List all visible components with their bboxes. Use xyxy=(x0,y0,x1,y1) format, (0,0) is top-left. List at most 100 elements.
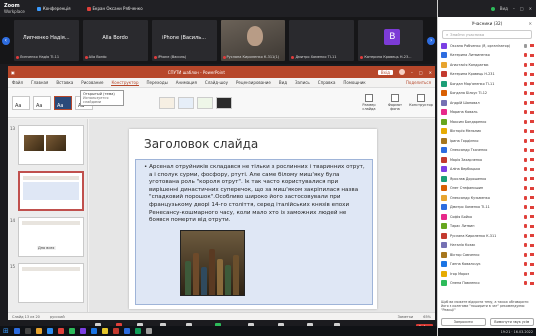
participant-row[interactable]: Дмитро Хоменко ТІ-11 xyxy=(438,203,536,213)
participant-row[interactable]: Вікторія Мельник xyxy=(438,127,536,137)
participant-row[interactable]: Ярослав Дорошенко xyxy=(438,174,536,184)
participant-row[interactable]: Андрій Шаповал xyxy=(438,98,536,108)
theme-thumbnail-selected[interactable]: Aa xyxy=(54,95,72,110)
tab-slideshow[interactable]: Слайд-шоу xyxy=(205,80,228,85)
participant-row[interactable]: Максим Бондаренко xyxy=(438,117,536,127)
participant-row[interactable]: Богдан Мар'яненко ТІ-11 xyxy=(438,79,536,89)
taskbar-app-icon[interactable] xyxy=(35,328,42,334)
participant-row[interactable]: Анастасія Кондратюк xyxy=(438,60,536,70)
taskbar-app-icon[interactable] xyxy=(79,328,86,334)
tab-insert[interactable]: Вставка xyxy=(56,80,73,85)
taskbar-app-icon[interactable] xyxy=(13,328,20,334)
poison-bottles-image[interactable] xyxy=(180,230,245,296)
format-background-button[interactable]: Формат фона xyxy=(385,94,405,111)
taskbar-app-icon[interactable] xyxy=(46,328,53,334)
participant-row[interactable]: Олег Стефанишин xyxy=(438,184,536,194)
participant-row[interactable]: Олена Павленко xyxy=(438,279,536,289)
tab-file[interactable]: Файл xyxy=(12,80,23,85)
tab-draw[interactable]: Рисование xyxy=(81,80,103,85)
tab-view[interactable]: Вид xyxy=(279,80,287,85)
notes-button[interactable]: Заметки xyxy=(398,315,414,319)
taskbar-app-icon[interactable] xyxy=(57,328,64,334)
taskbar-app-icon[interactable] xyxy=(24,328,31,334)
minimize-icon[interactable]: – xyxy=(513,6,515,11)
participant-row[interactable]: Аліна Вербицька xyxy=(438,165,536,175)
tab-shared-screen[interactable]: Екран Оксани Рябченко xyxy=(83,4,147,13)
participant-row[interactable]: Руслана Кириленко К-311 xyxy=(438,231,536,241)
designer-button[interactable]: Конструктор xyxy=(409,94,433,111)
maximize-icon[interactable]: □ xyxy=(520,6,524,11)
taskbar-app-icon[interactable] xyxy=(90,328,97,334)
start-icon[interactable]: ⊞ xyxy=(3,327,9,335)
minimize-icon[interactable]: – xyxy=(411,70,413,75)
theme-thumbnail[interactable]: Aa xyxy=(12,95,30,110)
zoom-level[interactable]: 65% xyxy=(423,315,431,319)
next-page-icon[interactable]: › xyxy=(427,36,436,45)
participant-row[interactable]: Богдана Білоус ТІ-12 xyxy=(438,89,536,99)
tab-design[interactable]: Конструктор xyxy=(111,80,139,86)
variant-thumbnail[interactable] xyxy=(216,96,232,109)
variant-thumbnail[interactable] xyxy=(197,96,213,109)
tab-home[interactable]: Главная xyxy=(31,80,48,85)
tab-help[interactable]: Справка xyxy=(318,80,336,85)
mute-all-button[interactable]: Вимкнути звук усім xyxy=(489,318,534,326)
tab-conference[interactable]: Конференція xyxy=(33,4,75,13)
current-slide[interactable]: Заголовок слайда Арсенал отруйників скла… xyxy=(129,129,377,309)
taskbar-app-icon[interactable] xyxy=(101,328,108,334)
taskbar-app-icon[interactable] xyxy=(123,328,130,334)
slide-thumbnail[interactable]: 15 xyxy=(10,263,84,303)
participant-row[interactable]: Ганна Ковальчук xyxy=(438,260,536,270)
close-icon[interactable]: ✕ xyxy=(529,6,532,11)
view-button[interactable]: Вид xyxy=(500,6,508,11)
avatar[interactable] xyxy=(398,69,405,75)
tab-review[interactable]: Рецензирование xyxy=(236,80,271,85)
tab-animation[interactable]: Анимация xyxy=(176,80,197,85)
participant-row[interactable]: Тарас Литвин xyxy=(438,222,536,232)
video-tile[interactable]: Alla Bordo Alla Bordo xyxy=(82,20,148,61)
language-indicator[interactable]: русский xyxy=(50,315,65,319)
slide-title[interactable]: Заголовок слайда xyxy=(144,137,258,151)
close-panel-icon[interactable]: ✕ xyxy=(528,21,532,26)
participant-row[interactable]: Наталія Козак xyxy=(438,241,536,251)
video-tile[interactable]: Дмитро Хоменко ТІ-11 xyxy=(289,20,355,61)
invite-button[interactable]: Запросити xyxy=(441,318,486,326)
participant-row[interactable]: Марія Захарченко xyxy=(438,155,536,165)
mic-muted-icon xyxy=(524,214,527,219)
participant-row[interactable]: Олександр Кузьменко xyxy=(438,193,536,203)
slide-thumbnail[interactable]: 13 xyxy=(10,125,84,165)
participant-row[interactable]: Віктор Савченко xyxy=(438,250,536,260)
video-tile[interactable]: Липченко Надія... Липченко Надія ТІ-11 xyxy=(13,20,79,61)
slide-thumbnail-selected[interactable] xyxy=(18,171,84,211)
participant-row[interactable]: Оксана Рябченко (Я, організатор) xyxy=(438,41,536,51)
share-button[interactable]: Поделиться xyxy=(406,80,431,85)
variant-thumbnail[interactable] xyxy=(159,96,175,109)
prev-page-icon[interactable]: ‹ xyxy=(2,36,10,45)
participant-row[interactable]: Ірина Гордієнко xyxy=(438,136,536,146)
participant-row[interactable]: Катерина Кравець Н-231 xyxy=(438,70,536,80)
participant-row[interactable]: Марина Коваль xyxy=(438,108,536,118)
video-tile[interactable]: iPhone (Василь... iPhone (Василь) xyxy=(151,20,217,61)
slide-thumbnail[interactable]: 14 Дно всех xyxy=(10,217,84,257)
tab-transitions[interactable]: Переходы xyxy=(147,80,168,85)
participant-row[interactable]: Олександр Ткаченко xyxy=(438,146,536,156)
slide-size-button[interactable]: Размер слайда xyxy=(359,94,379,111)
avatar xyxy=(441,223,447,230)
theme-thumbnail[interactable]: Aa xyxy=(33,95,51,110)
taskbar-app-icon[interactable] xyxy=(145,328,152,334)
video-tile[interactable]: B Катерина Кравець Н-23... xyxy=(358,20,424,61)
video-tile-camera[interactable]: Руслана Кириленко К-311(1) xyxy=(220,20,286,61)
taskbar-app-icon[interactable] xyxy=(68,328,75,334)
tab-record[interactable]: Запись xyxy=(295,80,310,85)
sign-in-button[interactable]: Вхід xyxy=(377,69,393,75)
maximize-icon[interactable]: □ xyxy=(419,70,423,75)
slide-body-textbox[interactable]: Арсенал отруйників складався не тільки з… xyxy=(135,159,373,305)
taskbar-app-icon[interactable] xyxy=(112,328,119,334)
participant-row[interactable]: Ігор Мороз xyxy=(438,269,536,279)
taskbar-app-icon[interactable] xyxy=(134,328,141,334)
search-input[interactable]: ⌕ Знайти учасника xyxy=(442,30,532,39)
participant-row[interactable]: Катерина Литвиненко xyxy=(438,51,536,61)
variant-thumbnail[interactable] xyxy=(178,96,194,109)
close-icon[interactable]: ✕ xyxy=(429,70,432,75)
tab-assistant[interactable]: Помощник xyxy=(343,80,365,85)
participant-row[interactable]: Софія Бойко xyxy=(438,212,536,222)
